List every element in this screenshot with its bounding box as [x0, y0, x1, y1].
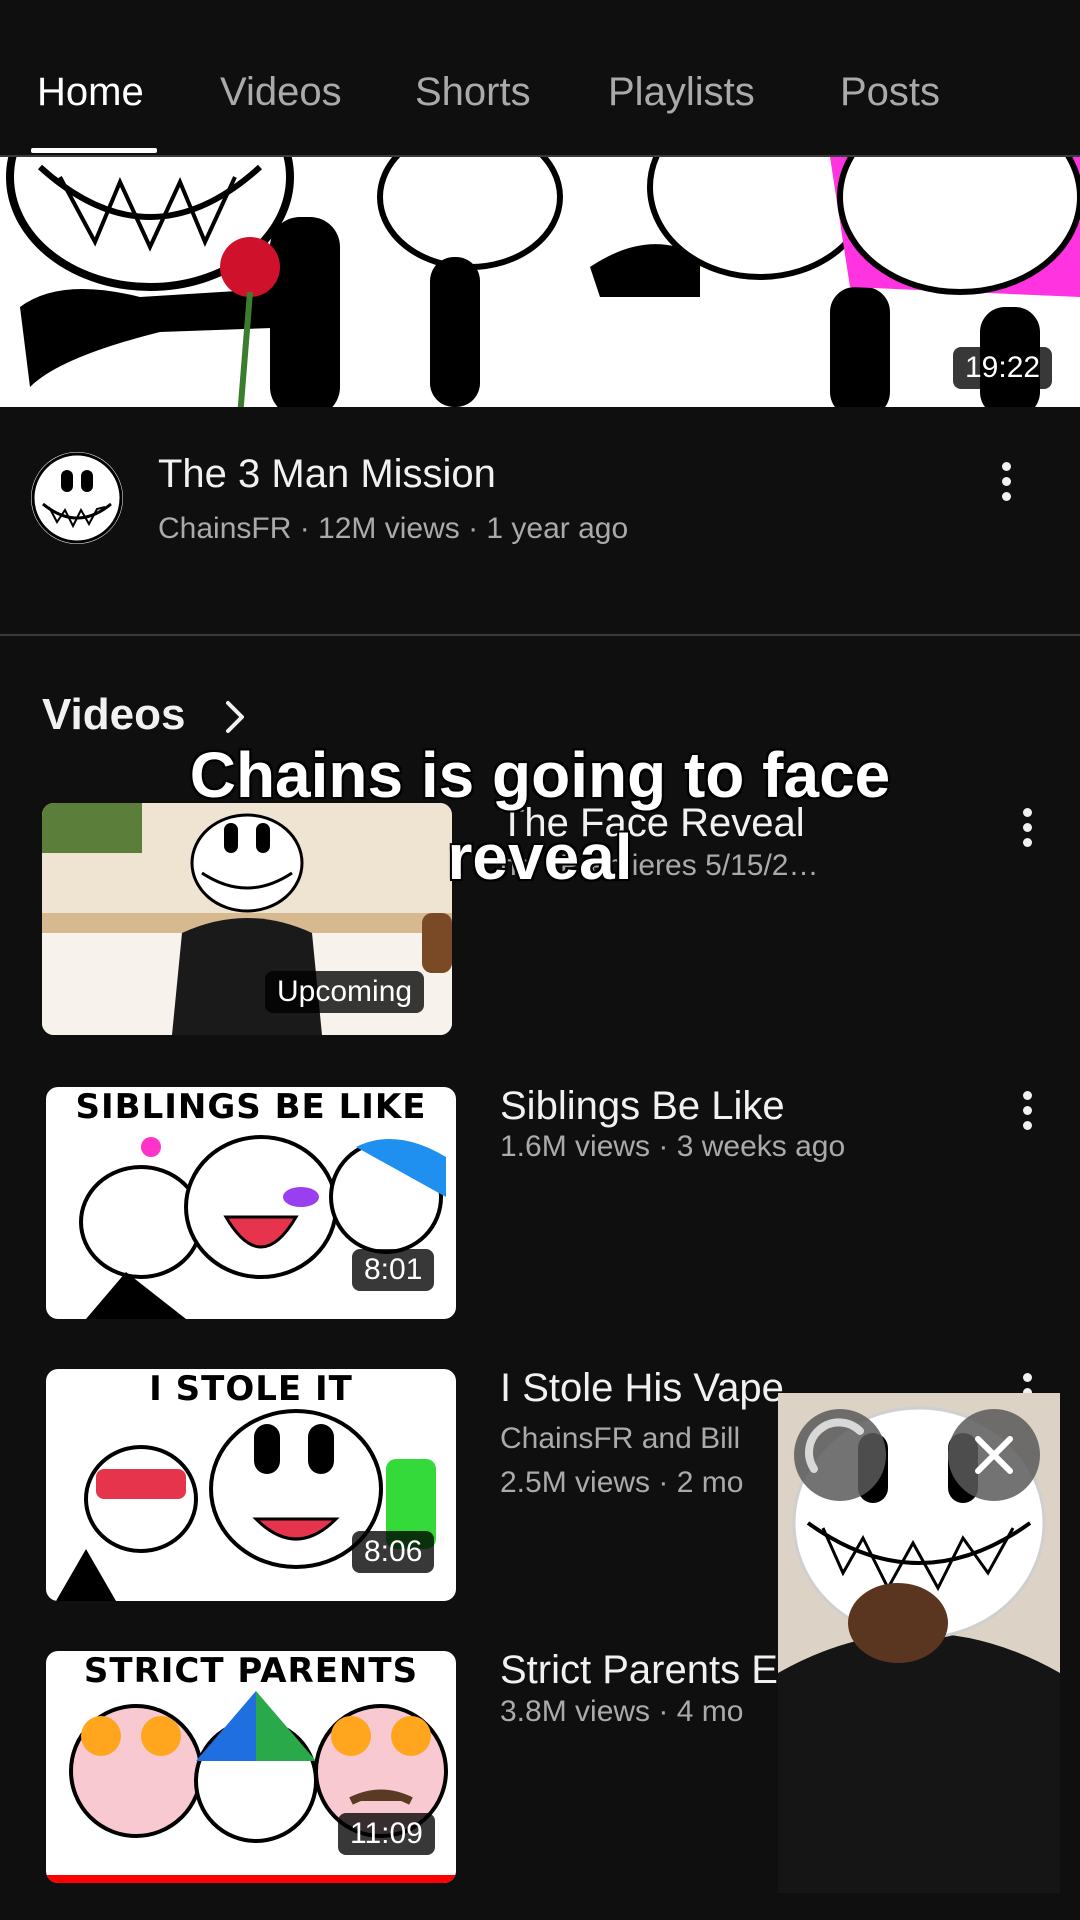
channel-tabs: Home Videos Shorts Playlists Posts — [0, 0, 1080, 157]
close-icon[interactable] — [948, 1409, 1040, 1501]
featured-video-meta: ChainsFR · 12M views · 1 year ago — [158, 512, 629, 545]
active-tab-indicator — [31, 148, 157, 153]
video-duration: 19:22 — [953, 347, 1053, 389]
loading-spinner-icon — [794, 1409, 886, 1501]
video-title[interactable]: Siblings Be Like — [500, 1084, 785, 1129]
video-meta: 1.6M views · 3 weeks ago — [500, 1130, 846, 1163]
overlay-caption-line1: Chains is going to face — [189, 739, 891, 811]
video-thumbnail-i-stole-it[interactable]: I STOLE IT 8:06 — [46, 1369, 456, 1601]
channel-avatar[interactable] — [31, 452, 123, 544]
more-options-icon[interactable] — [1017, 1087, 1037, 1135]
avatar-face-icon — [31, 452, 123, 544]
more-options-icon[interactable] — [996, 458, 1016, 506]
tab-home[interactable]: Home — [37, 70, 144, 115]
overlay-caption-line2: reveal — [447, 821, 633, 893]
video-channel: ChainsFR and Bill — [500, 1422, 741, 1455]
video-duration: 8:01 — [352, 1249, 435, 1291]
video-title[interactable]: I Stole His Vape — [500, 1366, 784, 1411]
tab-playlists[interactable]: Playlists — [608, 70, 755, 115]
video-meta: 3.8M views · 4 mo — [500, 1695, 744, 1728]
video-meta: 2.5M views · 2 mo — [500, 1466, 744, 1499]
upcoming-badge: Upcoming — [265, 971, 425, 1013]
chevron-right-icon[interactable] — [216, 697, 256, 737]
featured-video-title[interactable]: The 3 Man Mission — [158, 452, 496, 497]
tab-videos[interactable]: Videos — [220, 70, 342, 115]
video-thumbnail-strict-parents[interactable]: STRICT PARENTS 11:09 — [46, 1651, 456, 1883]
video-duration: 8:06 — [352, 1531, 435, 1573]
tab-shorts[interactable]: Shorts — [415, 70, 531, 115]
video-duration: 11:09 — [338, 1813, 435, 1855]
video-title[interactable]: Strict Parents E — [500, 1648, 778, 1693]
section-divider — [0, 634, 1080, 636]
videos-section-title[interactable]: Videos — [42, 690, 185, 740]
mini-player[interactable] — [778, 1393, 1060, 1893]
featured-thumbnail-art — [0, 157, 1080, 417]
featured-video-thumbnail[interactable]: 19:22 — [0, 157, 1080, 417]
video-thumbnail-siblings[interactable]: SIBLINGS BE LIKE 8:01 — [46, 1087, 456, 1319]
tab-posts[interactable]: Posts — [840, 70, 940, 115]
